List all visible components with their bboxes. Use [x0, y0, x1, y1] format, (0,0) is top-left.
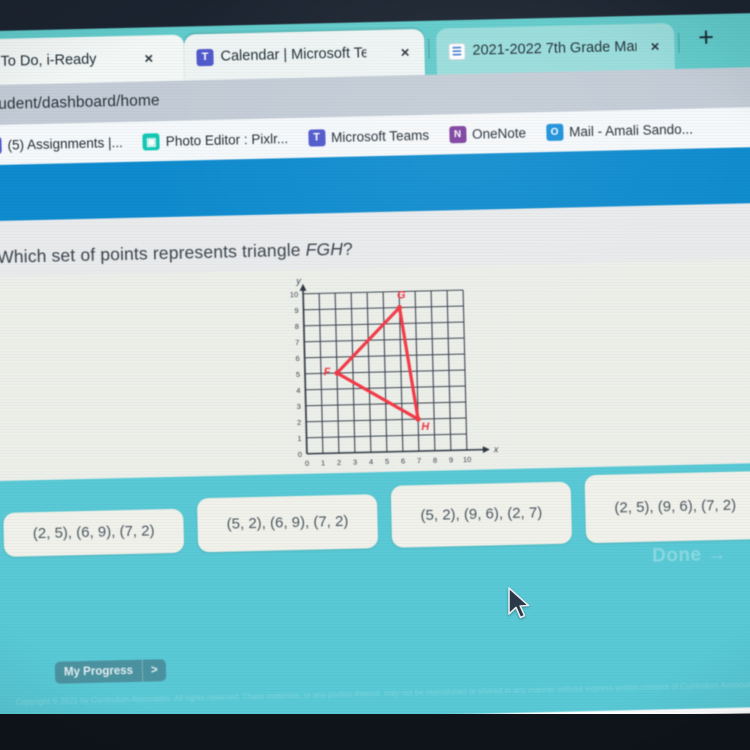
browser-tab-0-close-icon[interactable]: ×	[137, 50, 160, 68]
vertex-label-H: H	[421, 421, 430, 433]
browser-tab-2-title: 2021-2022 7th Grade Marshall E	[472, 38, 637, 59]
coordinate-plane: 0 1 2 3 4 5 6 7 8 9 10 1 2 3 4 5 6 7 8 9 10 0 y x F G H	[290, 276, 499, 468]
x-axis-label: x	[493, 444, 499, 454]
answer-choices: (2, 5), (6, 9), (7, 2) (5, 2), (6, 9), (…	[0, 470, 750, 558]
y-axis	[302, 287, 308, 454]
y-tick-9: 9	[294, 306, 298, 315]
bookmark-onenote-label: OneNote	[471, 125, 527, 142]
tab-divider-2	[678, 32, 680, 53]
question-text-main: Which set of points represents triangle	[0, 239, 306, 268]
new-tab-button[interactable]: +	[698, 22, 714, 52]
chevron-right-icon: >	[141, 659, 166, 682]
browser-tab-1[interactable]: Calendar | Microsoft Teams ×	[183, 28, 426, 81]
y-tick-4: 4	[296, 386, 300, 395]
question-text: Which set of points represents triangle …	[0, 239, 353, 268]
y-tick-6: 6	[295, 354, 299, 363]
y-tick-0: 0	[298, 450, 302, 459]
x-tick-2: 2	[337, 458, 341, 467]
x-tick-1: 1	[321, 458, 325, 467]
triangle-edge-GH	[397, 305, 420, 421]
question-text-suffix: ?	[342, 238, 354, 259]
copyright-text: Copyright © 2021 by Curriculum Associate…	[15, 680, 750, 707]
x-tick-10: 10	[463, 455, 472, 464]
spreadsheet-icon	[448, 42, 466, 60]
browser-tab-0-title: Math To Do, i-Ready	[0, 51, 97, 71]
triangle-edge-HF	[335, 371, 420, 421]
bookmark-assignments-label: (5) Assignments |...	[7, 134, 123, 153]
y-tick-8: 8	[295, 322, 299, 331]
graph-panel: 0 1 2 3 4 5 6 7 8 9 10 1 2 3 4 5 6 7 8 9 10 0 y x F G H	[0, 258, 750, 482]
x-axis	[306, 448, 486, 455]
y-tick-3: 3	[297, 402, 301, 411]
answer-choice-0[interactable]: (2, 5), (6, 9), (7, 2)	[3, 508, 185, 557]
teams-icon	[307, 128, 326, 147]
vertex-label-G: G	[397, 289, 406, 301]
x-tick-6: 6	[401, 456, 405, 465]
bookmark-microsoft-teams-label: Microsoft Teams	[330, 127, 430, 145]
screen-content: Math To Do, i-Ready × Calendar | Microso…	[0, 12, 750, 732]
bookmark-pixlr[interactable]: Photo Editor : Pixlr...	[142, 130, 289, 151]
monitor-bezel-bottom	[0, 714, 750, 750]
y-tick-1: 1	[297, 434, 301, 443]
teams-icon	[0, 136, 2, 154]
teams-icon	[196, 48, 214, 66]
x-tick-3: 3	[353, 458, 357, 467]
bookmark-mail[interactable]: Mail - Amali Sando...	[545, 120, 694, 141]
onenote-icon	[448, 125, 467, 143]
iready-page: Which set of points represents triangle …	[0, 146, 750, 726]
browser-tab-1-title: Calendar | Microsoft Teams	[220, 45, 367, 65]
answer-choice-1[interactable]: (5, 2), (6, 9), (7, 2)	[196, 494, 379, 553]
vertex-label-F: F	[323, 366, 330, 378]
x-tick-9: 9	[449, 455, 453, 464]
x-tick-7: 7	[417, 456, 421, 465]
bookmark-microsoft-teams[interactable]: Microsoft Teams	[307, 126, 430, 147]
bookmark-assignments[interactable]: (5) Assignments |...	[0, 134, 123, 154]
photo-of-screen: Math To Do, i-Ready × Calendar | Microso…	[0, 0, 750, 750]
answer-choice-3[interactable]: (2, 5), (9, 6), (7, 2)	[584, 470, 750, 544]
x-tick-8: 8	[433, 456, 437, 465]
my-progress-label: My Progress	[63, 664, 134, 679]
done-button[interactable]: Done →	[652, 544, 727, 568]
outlook-icon	[545, 123, 564, 141]
browser-tab-2-close-icon[interactable]: ×	[643, 38, 666, 56]
bookmark-mail-label: Mail - Amali Sando...	[568, 121, 694, 139]
y-tick-7: 7	[295, 338, 299, 347]
question-text-italic: FGH	[305, 238, 344, 260]
x-tick-4: 4	[369, 457, 373, 466]
address-bar-url[interactable]: /student/dashboard/home	[0, 92, 160, 114]
browser-tab-1-close-icon[interactable]: ×	[394, 44, 417, 62]
browser-tab-2[interactable]: 2021-2022 7th Grade Marshall E ×	[435, 23, 675, 75]
y-tick-10: 10	[290, 290, 299, 299]
answer-choice-2[interactable]: (5, 2), (9, 6), (2, 7)	[390, 481, 573, 548]
bookmark-onenote[interactable]: OneNote	[448, 124, 527, 143]
y-axis-label: y	[295, 276, 301, 286]
pixlr-icon	[142, 132, 161, 151]
tab-divider	[428, 38, 430, 59]
y-tick-2: 2	[297, 418, 301, 427]
x-axis-arrow-icon	[482, 446, 490, 454]
x-tick-5: 5	[385, 457, 389, 466]
x-tick-0: 0	[305, 459, 309, 468]
y-tick-5: 5	[296, 370, 300, 379]
browser-tab-0[interactable]: Math To Do, i-Ready ×	[0, 34, 186, 87]
bookmark-pixlr-label: Photo Editor : Pixlr...	[165, 130, 289, 149]
my-progress-button[interactable]: My Progress >	[54, 659, 166, 684]
